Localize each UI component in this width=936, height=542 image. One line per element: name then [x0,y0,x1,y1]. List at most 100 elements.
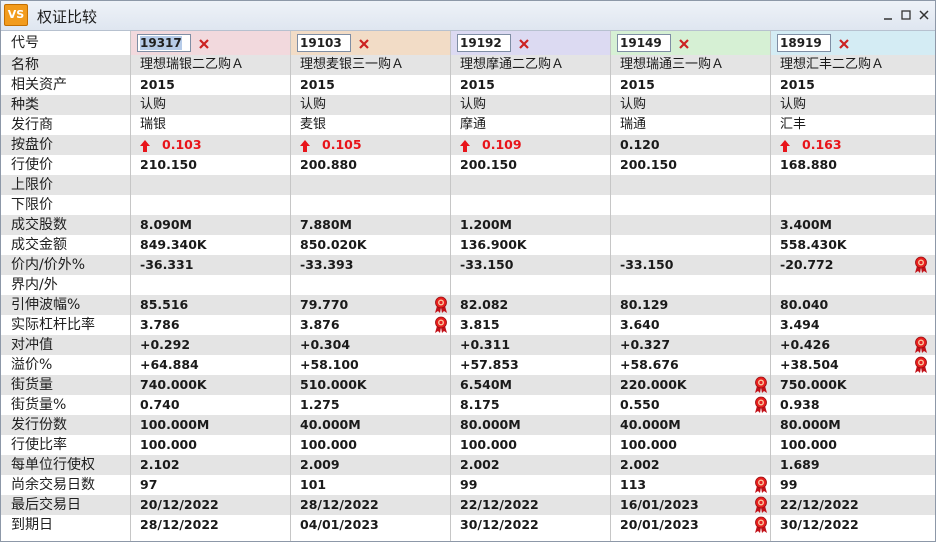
code-column-header: 19192 [451,31,611,55]
table-row: 街货量 740.000K 510.000K 6.540M 220.000K 750.000… [1,375,935,395]
value-cell: 理想麦银三一购Ａ [300,57,405,72]
title-bar[interactable]: VS 权证比较 [1,1,935,31]
value-cell: 80.040 [780,297,829,312]
value-cell: +0.304 [300,337,351,352]
row-label: 对冲值 [11,337,53,353]
price-up-arrow-icon [299,138,311,152]
value-cell: 20/12/2022 [140,497,219,512]
comparison-grid: 代号 19317 19103 19192 19149 18919 名称 理想瑞银二乙购Ａ 理… [1,31,935,541]
value-cell: 认购 [300,97,327,112]
value-cell: 113 [620,477,647,492]
maximize-icon[interactable] [899,8,913,22]
value-cell: 510.000K [300,377,367,392]
award-ribbon-icon [754,496,768,514]
table-row: 发行商 瑞银 麦银 摩通 瑞通 汇丰 [1,115,935,135]
value-cell: -20.772 [780,257,834,272]
table-row: 成交股数 8.090M 7.880M 1.200M 3.400M [1,215,935,235]
value-cell: 22/12/2022 [460,497,539,512]
close-icon[interactable] [917,8,931,22]
row-label: 价内/价外% [11,257,86,273]
price-up-arrow-icon [139,138,151,152]
table-row: 价内/价外% -36.331 -33.393 -33.150 -33.150 -20.77… [1,255,935,275]
code-input[interactable]: 19192 [457,34,511,52]
code-value: 19192 [460,36,502,50]
award-ribbon-icon [754,376,768,394]
value-cell: 7.880M [300,217,352,232]
value-cell: +38.504 [780,357,839,372]
remove-icon[interactable] [517,36,531,50]
value-cell: 2015 [300,77,335,92]
value-cell: 0.109 [482,137,522,152]
column-divider [770,31,771,541]
row-label: 按盘价 [11,137,53,153]
value-cell: 220.000K [620,377,687,392]
code-value: 18919 [780,36,822,50]
value-cell: 750.000K [780,377,847,392]
value-cell: 04/01/2023 [300,517,379,532]
value-cell: 558.430K [780,237,847,252]
value-cell: 20/01/2023 [620,517,699,532]
code-input[interactable]: 19317 [137,34,191,52]
value-cell: -36.331 [140,257,194,272]
value-cell: 1.200M [460,217,512,232]
award-ribbon-icon [914,356,928,374]
value-cell: 0.938 [780,397,820,412]
code-input[interactable]: 19149 [617,34,671,52]
warrant-compare-window: VS 权证比较 代号 19317 19103 19192 19149 18919 名称 理… [0,0,936,542]
value-cell: 80.129 [620,297,669,312]
table-row: 对冲值 +0.292 +0.304 +0.311 +0.327 +0.426 [1,335,935,355]
row-label: 名称 [11,57,39,73]
code-value: 19317 [140,36,182,50]
value-cell: 100.000M [140,417,210,432]
row-label: 上限价 [11,177,53,193]
value-cell: 理想汇丰二乙购Ａ [780,57,885,72]
table-row: 界内/外 [1,275,935,295]
remove-icon[interactable] [677,36,691,50]
value-cell: 740.000K [140,377,207,392]
value-cell: +0.327 [620,337,671,352]
minimize-icon[interactable] [881,8,895,22]
value-cell: 80.000M [460,417,521,432]
code-input[interactable]: 18919 [777,34,831,52]
code-label: 代号 [11,35,39,51]
table-row: 最后交易日 20/12/2022 28/12/2022 22/12/2022 16/01… [1,495,935,515]
award-ribbon-icon [434,316,448,334]
value-cell: 79.770 [300,297,349,312]
award-ribbon-icon [914,256,928,274]
value-cell: 40.000M [620,417,681,432]
table-row: 街货量% 0.740 1.275 8.175 0.550 0.938 [1,395,935,415]
value-cell: -33.150 [620,257,674,272]
value-cell: 3.815 [460,317,500,332]
value-cell: 2.009 [300,457,340,472]
remove-icon[interactable] [197,36,211,50]
table-row: 尚余交易日数 97 101 99 113 99 [1,475,935,495]
value-cell: 97 [140,477,158,492]
remove-icon[interactable] [837,36,851,50]
code-input[interactable]: 19103 [297,34,351,52]
value-cell: 0.163 [802,137,842,152]
award-ribbon-icon [754,516,768,534]
table-row: 上限价 [1,175,935,195]
value-cell: 85.516 [140,297,189,312]
award-ribbon-icon [434,296,448,314]
value-cell: 100.000 [620,437,677,452]
value-cell: 80.000M [780,417,841,432]
row-label: 尚余交易日数 [11,477,95,493]
value-cell: +0.292 [140,337,191,352]
table-row: 种类 认购 认购 认购 认购 认购 [1,95,935,115]
value-cell: 0.740 [140,397,180,412]
column-divider [290,31,291,541]
value-cell: +58.100 [300,357,359,372]
value-cell: 99 [780,477,798,492]
value-cell: 82.082 [460,297,509,312]
value-cell: 6.540M [460,377,512,392]
value-cell: 101 [300,477,327,492]
row-label: 行使比率 [11,437,67,453]
value-cell: 28/12/2022 [140,517,219,532]
table-row: 相关资产 2015 2015 2015 2015 2015 [1,75,935,95]
table-row: 按盘价 0.103 0.105 0.109 0.120 0.163 [1,135,935,155]
value-cell: 200.880 [300,157,357,172]
value-cell: 2015 [140,77,175,92]
remove-icon[interactable] [357,36,371,50]
table-row: 溢价% +64.884 +58.100 +57.853 +58.676 +38.504 [1,355,935,375]
